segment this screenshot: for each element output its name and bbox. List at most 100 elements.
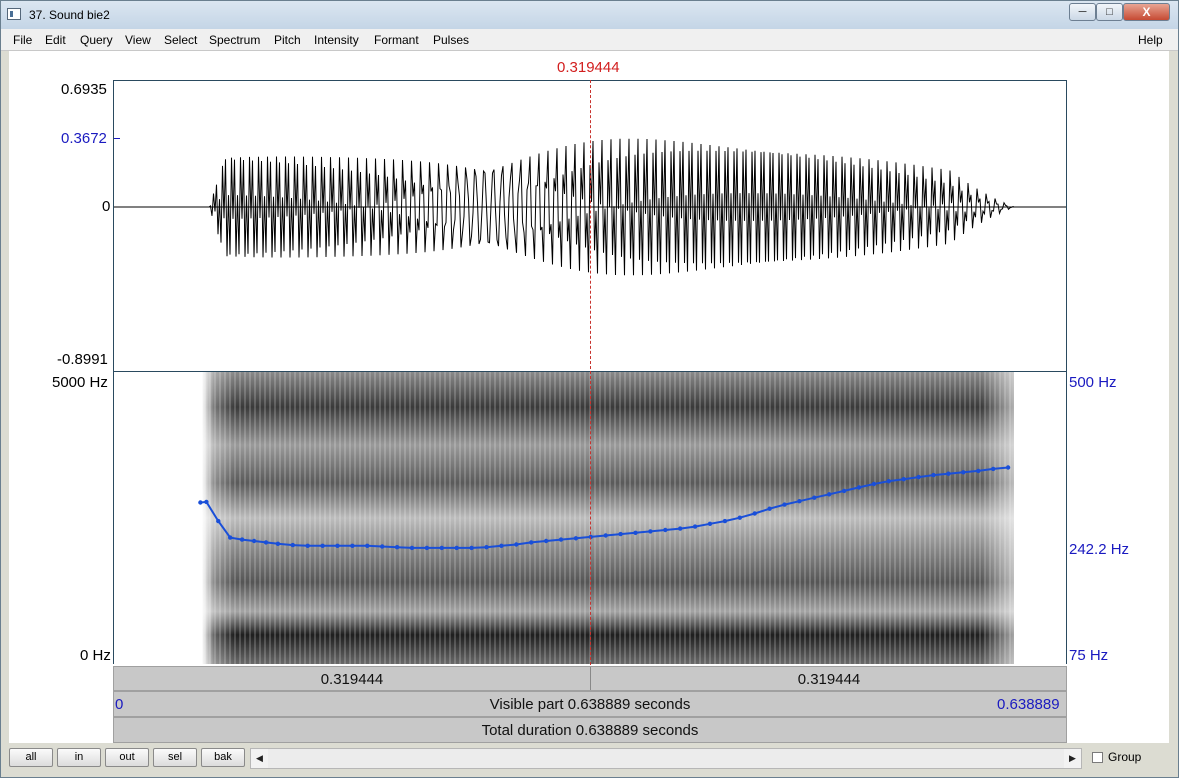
pitch-point <box>228 535 233 540</box>
close-button[interactable]: X <box>1123 3 1170 21</box>
zoom-in-button[interactable]: in <box>57 748 101 767</box>
title-bar[interactable]: 37. Sound bie2 ─ □ X <box>1 1 1178 29</box>
time-before-cursor[interactable]: 0.319444 <box>114 667 591 690</box>
zoom-selection-button[interactable]: sel <box>153 748 197 767</box>
pitch-point <box>991 466 996 472</box>
time-after-cursor[interactable]: 0.319444 <box>591 667 1067 690</box>
pitch-point <box>198 500 203 505</box>
pitch-point <box>350 543 355 548</box>
cursor-time-label: 0.319444 <box>557 59 620 76</box>
pitch-point <box>841 488 847 494</box>
time-scrollbar[interactable]: ◀ ▶ <box>250 748 1082 769</box>
pitch-point <box>871 481 877 487</box>
pitch-point <box>886 479 891 484</box>
pitch-point <box>275 541 281 546</box>
pitch-point <box>514 542 519 547</box>
waveform-min-label: -0.8991 <box>57 351 108 368</box>
pitch-point <box>290 542 295 548</box>
pitch-point <box>678 526 683 531</box>
group-checkbox[interactable] <box>1092 752 1103 763</box>
waveform-mark-label: 0.3672 <box>61 130 107 147</box>
pitch-point <box>722 518 728 524</box>
pitch-point <box>380 544 385 549</box>
menu-formant[interactable]: Formant <box>374 33 419 47</box>
pitch-point <box>976 468 981 474</box>
bottom-toolbar: all in out sel bak ◀ ▶ Group <box>1 743 1178 777</box>
pitch-point <box>543 538 549 544</box>
pitch-point <box>633 530 638 535</box>
pitch-point <box>335 543 340 548</box>
pitch-point <box>856 485 862 490</box>
zoom-out-button[interactable]: out <box>105 748 149 767</box>
praat-sound-window: 37. Sound bie2 ─ □ X File Edit Query Vie… <box>0 0 1179 778</box>
pitch-point <box>239 537 245 542</box>
zoom-back-button[interactable]: bak <box>201 748 245 767</box>
cursor-line <box>590 80 591 665</box>
waveform-max-label: 0.6935 <box>61 81 107 98</box>
window-title: 37. Sound bie2 <box>29 8 110 22</box>
visible-part-label: Visible part 0.638889 seconds <box>489 696 691 713</box>
pitch-point <box>737 515 742 520</box>
menu-spectrum[interactable]: Spectrum <box>209 33 260 47</box>
pitch-top-label: 500 Hz <box>1069 374 1117 391</box>
pitch-point <box>752 511 757 516</box>
scroll-right-icon[interactable]: ▶ <box>1064 749 1081 768</box>
group-label: Group <box>1108 750 1142 764</box>
pitch-point <box>961 470 966 475</box>
zoom-all-button[interactable]: all <box>9 748 53 767</box>
visible-start-label: 0 <box>115 696 124 713</box>
pitch-point <box>767 506 772 511</box>
pitch-point <box>499 543 504 548</box>
pitch-point <box>409 545 415 551</box>
pitch-point <box>663 527 668 533</box>
menu-pulses[interactable]: Pulses <box>433 33 469 47</box>
pitch-point <box>454 545 459 551</box>
scroll-left-icon[interactable]: ◀ <box>251 749 268 768</box>
pitch-point <box>204 499 209 505</box>
pitch-mid-label: 242.2 Hz <box>1069 541 1130 558</box>
pitch-point <box>251 538 257 544</box>
waveform-zero-label: 0 <box>102 198 111 215</box>
pitch-point <box>320 543 325 548</box>
maximize-button[interactable]: □ <box>1096 3 1123 21</box>
pitch-point <box>365 543 370 548</box>
total-duration-bar[interactable]: Total duration 0.638889 seconds <box>113 717 1067 743</box>
pitch-point <box>812 495 817 500</box>
pitch-point <box>439 545 444 551</box>
pitch-point <box>469 545 474 551</box>
waveform-mark-tick <box>114 138 120 139</box>
menu-edit[interactable]: Edit <box>45 33 66 47</box>
pitch-point <box>394 545 400 550</box>
pitch-point <box>558 537 564 542</box>
pitch-point <box>797 499 802 504</box>
menu-view[interactable]: View <box>125 33 151 47</box>
pitch-point <box>648 529 653 534</box>
pitch-point <box>827 492 832 497</box>
pitch-point <box>618 531 623 537</box>
menu-bar: File Edit Query View Select Spectrum Pit… <box>1 29 1178 51</box>
pitch-point <box>573 536 579 541</box>
pitch-point <box>782 502 787 507</box>
pitch-point <box>216 518 221 524</box>
total-duration-label: Total duration 0.638889 seconds <box>481 722 699 739</box>
visible-end-label: 0.638889 <box>997 696 1060 713</box>
menu-intensity[interactable]: Intensity <box>314 33 359 47</box>
pitch-point <box>931 472 936 478</box>
pitch-point <box>901 477 906 482</box>
visible-part-bar[interactable]: Visible part 0.638889 seconds <box>113 691 1067 717</box>
cursor-time-bar[interactable]: 0.319444 0.319444 <box>113 666 1067 691</box>
pitch-point <box>692 524 698 529</box>
app-icon[interactable] <box>7 8 21 20</box>
minimize-button[interactable]: ─ <box>1069 3 1096 21</box>
pitch-point <box>916 474 921 480</box>
pitch-bottom-label: 75 Hz <box>1069 647 1109 664</box>
menu-pitch[interactable]: Pitch <box>274 33 301 47</box>
pitch-point <box>1005 465 1011 470</box>
menu-select[interactable]: Select <box>164 33 197 47</box>
pitch-point <box>305 543 310 548</box>
spectrum-top-freq-label: 5000 Hz <box>52 374 108 391</box>
pitch-point <box>946 471 951 476</box>
menu-file[interactable]: File <box>13 33 32 47</box>
menu-help[interactable]: Help <box>1138 33 1163 47</box>
menu-query[interactable]: Query <box>80 33 113 47</box>
